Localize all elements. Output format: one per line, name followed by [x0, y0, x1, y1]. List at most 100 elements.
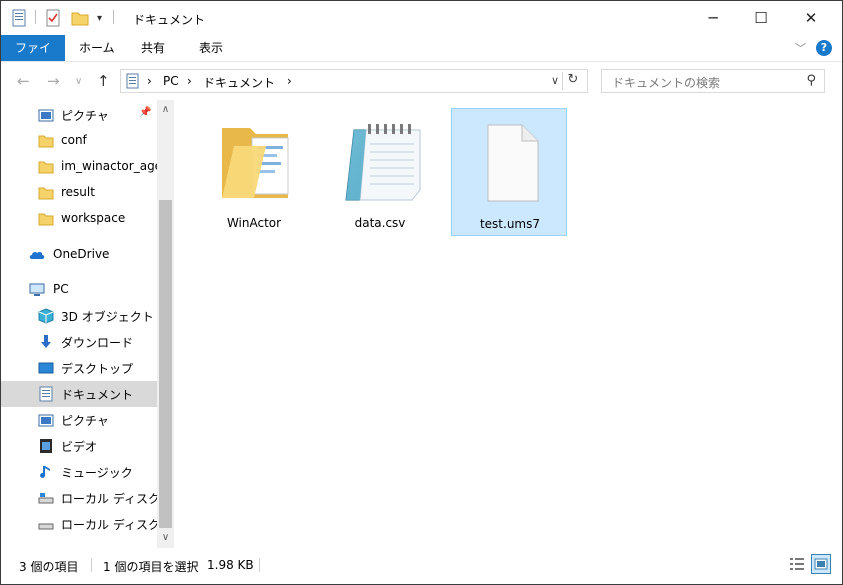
- nav-label: result: [61, 185, 95, 199]
- scroll-down-icon[interactable]: ∨: [157, 532, 174, 543]
- nav-item-workspace[interactable]: workspace: [1, 206, 157, 232]
- file-item-winactor[interactable]: WinActor: [196, 108, 312, 236]
- navigation-pane: ピクチャ 📌 conf im_winactor_age result works…: [1, 100, 157, 548]
- status-divider: [91, 558, 92, 572]
- desktop-icon: [38, 362, 54, 374]
- scrollbar-thumb[interactable]: [159, 200, 172, 528]
- minimize-button[interactable]: ─: [690, 1, 736, 35]
- breadcrumb-separator[interactable]: ›: [287, 74, 292, 88]
- folder-icon: [38, 161, 54, 174]
- file-name: test.ums7: [479, 217, 541, 231]
- nav-scrollbar[interactable]: ∧ ∨: [157, 100, 174, 548]
- help-icon[interactable]: ?: [816, 40, 832, 56]
- nav-label: OneDrive: [53, 247, 110, 261]
- forward-arrow-icon[interactable]: →: [47, 72, 60, 90]
- nav-item-documents[interactable]: ドキュメント: [1, 381, 157, 407]
- breadcrumb-documents[interactable]: ドキュメント: [203, 74, 275, 91]
- recent-locations-icon[interactable]: ∨: [75, 76, 82, 87]
- nav-label: ローカル ディスク (C: [61, 492, 157, 506]
- window-title: ドキュメント: [133, 13, 206, 27]
- folder-icon: [38, 187, 54, 200]
- up-arrow-icon[interactable]: ↑: [97, 72, 110, 90]
- title-bar: ▾ ドキュメント ─ ☐ ✕: [1, 1, 842, 35]
- breadcrumb-pc[interactable]: PC: [163, 74, 179, 88]
- properties-icon[interactable]: [45, 8, 61, 28]
- nav-item-3d-objects[interactable]: 3D オブジェクト: [1, 303, 157, 329]
- large-icons-view-button[interactable]: [811, 554, 831, 574]
- large-icons-view-icon: [814, 558, 828, 570]
- address-row: ← → ∨ ↑ › PC › ドキュメント › ∨ ↻ ドキュメントの検索 ⚲: [1, 62, 842, 100]
- notepad-icon: [345, 124, 421, 201]
- toolbar-divider: [35, 10, 36, 24]
- status-bar: 3 個の項目 1 個の項目を選択 1.98 KB: [1, 548, 842, 582]
- folder-icon: [222, 128, 289, 198]
- nav-item-local-disk-d[interactable]: ローカル ディスク (D: [1, 511, 157, 537]
- nav-item-im-winactor[interactable]: im_winactor_age: [1, 154, 157, 180]
- toolbar-divider: [113, 10, 114, 24]
- nav-label: workspace: [61, 211, 126, 225]
- scroll-up-icon[interactable]: ∧: [157, 104, 174, 115]
- breadcrumb-separator[interactable]: ›: [147, 74, 152, 88]
- address-bar[interactable]: › PC › ドキュメント › ∨ ↻: [120, 69, 588, 93]
- back-arrow-icon[interactable]: ←: [17, 72, 30, 90]
- file-list: WinActor data.csv test.ums7: [174, 100, 842, 548]
- nav-item-downloads[interactable]: ダウンロード: [1, 329, 157, 355]
- pin-icon[interactable]: 📌: [139, 107, 151, 118]
- documents-app-icon[interactable]: [11, 8, 27, 28]
- blank-file-icon: [487, 124, 539, 202]
- details-view-button[interactable]: [787, 554, 807, 574]
- nav-item-music[interactable]: ミュージック: [1, 459, 157, 485]
- pictures-icon: [38, 109, 54, 122]
- nav-item-pc[interactable]: PC: [1, 277, 157, 303]
- maximize-button[interactable]: ☐: [738, 1, 784, 35]
- breadcrumb-separator[interactable]: ›: [187, 74, 192, 88]
- refresh-icon[interactable]: ↻: [562, 72, 583, 90]
- explorer-window: ▾ ドキュメント ─ ☐ ✕ ファイル ホーム 共有 表示 ﹀ ? ← → ∨ …: [0, 0, 843, 585]
- tab-view[interactable]: 表示: [189, 35, 233, 61]
- nav-label: ピクチャ: [61, 414, 109, 428]
- pc-icon: [29, 283, 45, 296]
- nav-item-pictures[interactable]: ピクチャ: [1, 407, 157, 433]
- nav-label: ローカル ディスク (D: [61, 518, 157, 532]
- nav-item-videos[interactable]: ビデオ: [1, 433, 157, 459]
- pictures-icon: [38, 414, 54, 427]
- new-folder-icon[interactable]: [71, 8, 89, 28]
- status-divider: [259, 558, 260, 572]
- search-box[interactable]: ドキュメントの検索 ⚲: [601, 69, 825, 93]
- address-dropdown-icon[interactable]: ∨: [551, 74, 559, 87]
- tab-home[interactable]: ホーム: [69, 35, 125, 61]
- search-placeholder: ドキュメントの検索: [612, 76, 721, 90]
- nav-item-result[interactable]: result: [1, 180, 157, 206]
- nav-item-local-disk-c[interactable]: ローカル ディスク (C: [1, 485, 157, 511]
- nav-item-pictures-quick[interactable]: ピクチャ 📌: [1, 102, 157, 128]
- search-icon[interactable]: ⚲: [806, 73, 816, 88]
- customize-quick-access-icon[interactable]: ▾: [97, 8, 102, 28]
- ribbon: ファイル ホーム 共有 表示 ﹀ ?: [1, 35, 842, 81]
- nav-label: ミュージック: [61, 466, 133, 480]
- tab-share[interactable]: 共有: [131, 35, 175, 61]
- details-view-icon: [790, 558, 804, 570]
- nav-label: PC: [53, 282, 69, 296]
- nav-item-onedrive[interactable]: OneDrive: [1, 242, 157, 268]
- file-name: data.csv: [354, 216, 406, 230]
- tab-file[interactable]: ファイル: [1, 35, 65, 81]
- file-item-data-csv[interactable]: data.csv: [322, 108, 438, 236]
- nav-label: im_winactor_age: [61, 159, 157, 173]
- file-item-test-ums7[interactable]: test.ums7: [451, 108, 567, 236]
- nav-item-conf[interactable]: conf: [1, 128, 157, 154]
- nav-label: conf: [61, 133, 87, 147]
- nav-item-desktop[interactable]: デスクトップ: [1, 355, 157, 381]
- close-button[interactable]: ✕: [788, 1, 834, 35]
- nav-label: 3D オブジェクト: [61, 310, 154, 324]
- documents-icon: [39, 386, 53, 402]
- download-icon: [41, 335, 51, 348]
- selection-count: 1 個の項目を選択: [103, 560, 199, 574]
- nav-label: ダウンロード: [61, 336, 134, 350]
- documents-icon: [126, 73, 139, 89]
- nav-label: ビデオ: [61, 440, 98, 454]
- nav-label: ドキュメント: [61, 388, 134, 402]
- selection-size: 1.98 KB: [207, 558, 254, 572]
- expand-ribbon-icon[interactable]: ﹀: [795, 40, 806, 56]
- drive-icon: [38, 523, 54, 530]
- folder-icon: [38, 213, 54, 226]
